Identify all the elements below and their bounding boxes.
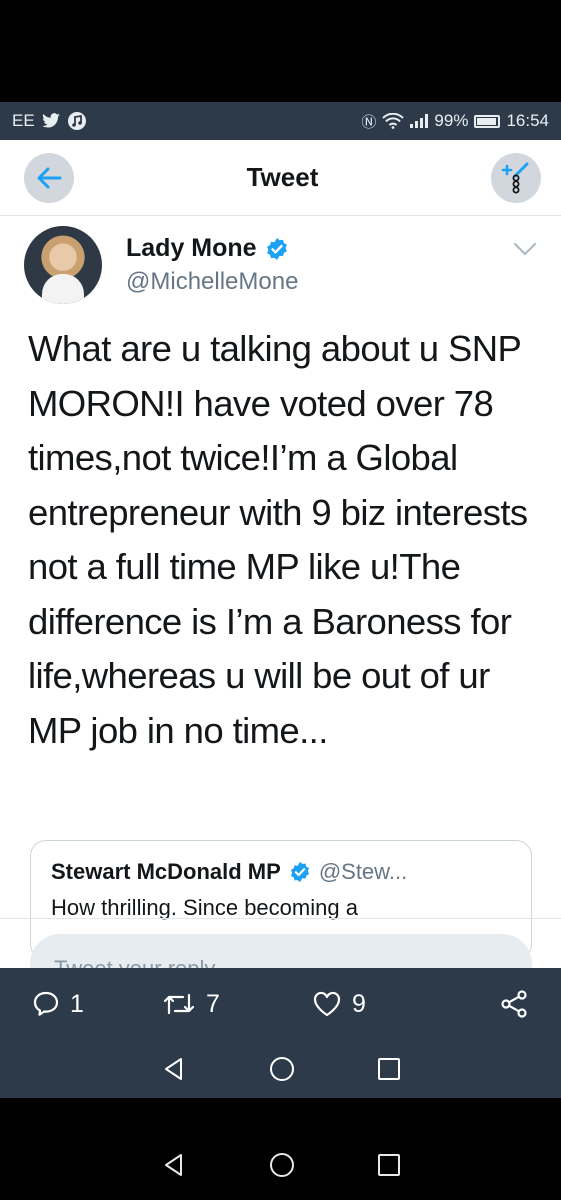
- verified-badge-icon: [266, 237, 287, 260]
- clock: 16:54: [506, 111, 549, 130]
- status-left: EE: [12, 111, 87, 131]
- twitter-notification-icon: [41, 113, 60, 128]
- signal-icon: [410, 114, 429, 128]
- status-bar: EE Ⓝ 99% 16:54: [0, 102, 561, 140]
- wifi-icon: [382, 113, 405, 129]
- nav-recents-icon[interactable]: [377, 1153, 401, 1177]
- android-nav-bar: [0, 1040, 561, 1098]
- divider: [0, 918, 561, 919]
- battery-percent: 99%: [434, 111, 469, 130]
- author-name-row: Lady Mone: [126, 234, 289, 263]
- quote-author-row: Stewart McDonald MP @Stew...: [51, 859, 511, 885]
- nav-back-icon[interactable]: [161, 1152, 187, 1178]
- like-count: 9: [352, 989, 366, 1018]
- nav-home-icon[interactable]: [268, 1151, 296, 1179]
- nfc-icon: Ⓝ: [361, 113, 377, 131]
- quote-author-name: Stewart McDonald MP: [51, 859, 281, 884]
- music-notification-icon: [67, 112, 86, 130]
- back-arrow-icon: [37, 167, 62, 188]
- share-action[interactable]: [499, 989, 529, 1019]
- carrier-label: EE: [12, 111, 35, 130]
- back-button[interactable]: [24, 152, 74, 203]
- reply-count: 1: [70, 989, 84, 1018]
- tweet-action-bar: 1 7 9: [0, 968, 561, 1040]
- reply-action[interactable]: 1: [32, 990, 162, 1019]
- nav-back-icon[interactable]: [161, 1056, 187, 1082]
- compose-button[interactable]: [490, 152, 541, 203]
- retweet-icon: [163, 993, 195, 1015]
- page-title: Tweet: [246, 162, 319, 192]
- author-handle[interactable]: @MichelleMone: [126, 268, 298, 296]
- nav-home-icon[interactable]: [268, 1055, 296, 1083]
- tweet-text: What are u talking about u SNP MORON!I h…: [28, 328, 528, 751]
- like-action[interactable]: 9: [312, 990, 462, 1019]
- retweet-action[interactable]: 7: [162, 990, 312, 1019]
- avatar[interactable]: [24, 226, 102, 304]
- device-nav-bar: [0, 1130, 561, 1200]
- reply-icon: [33, 991, 59, 1016]
- battery-icon: [474, 114, 501, 128]
- share-icon: [501, 990, 527, 1018]
- tweet-screen: Tweet Lady Mone @MichelleMone What are u…: [0, 140, 561, 968]
- reply-input[interactable]: Tweet your reply: [30, 934, 532, 968]
- chevron-down-icon[interactable]: [513, 242, 537, 256]
- tweet-header: Lady Mone @MichelleMone: [0, 216, 561, 316]
- verified-badge-icon: [290, 861, 309, 883]
- author-display-name[interactable]: Lady Mone: [126, 234, 257, 263]
- top-nav: Tweet: [0, 140, 561, 216]
- nav-recents-icon[interactable]: [377, 1057, 401, 1081]
- edit-add-icon: [501, 162, 529, 193]
- quote-author-handle: @Stew...: [318, 859, 408, 884]
- retweet-count: 7: [206, 989, 220, 1018]
- status-right: Ⓝ 99% 16:54: [361, 111, 549, 132]
- heart-icon: [313, 991, 341, 1017]
